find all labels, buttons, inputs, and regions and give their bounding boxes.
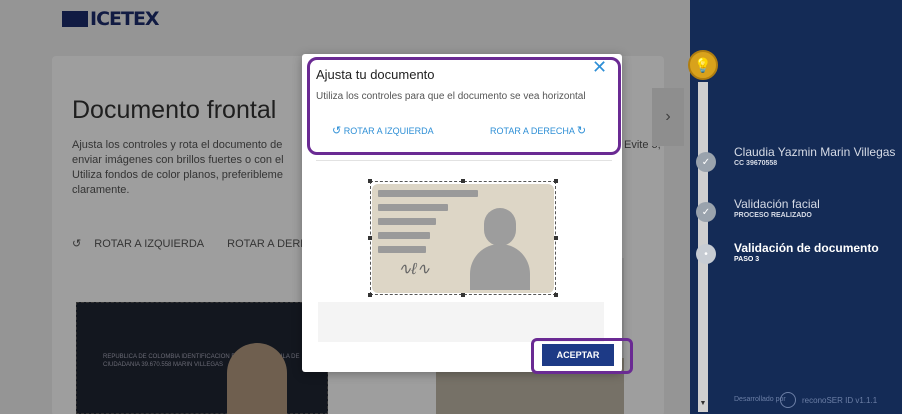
close-icon[interactable]: ✕ [592,57,607,78]
step-check-icon: ✓ [696,202,716,222]
rotate-left-label: ROTAR A IZQUIERDA [343,126,434,136]
modal-title: Ajusta tu documento [316,67,435,82]
step-user-name: Claudia Yazmin Marin Villegas [734,145,896,159]
crop-handle[interactable] [554,293,558,297]
step-facial-status: PROCESO REALIZADO [734,212,812,219]
preview-placeholder [318,302,604,342]
crop-handle[interactable] [554,179,558,183]
step-user: Claudia Yazmin Marin Villegas CC 3967055… [734,146,895,167]
footer-brand: reconoSER ID v1.1.1 [802,395,878,405]
crop-handle[interactable] [461,179,465,183]
step-facial-name: Validación facial [734,197,820,211]
crop-handle[interactable] [554,236,558,240]
rotate-right-button[interactable]: ROTAR A DERECHA ↻ [490,124,586,137]
footer-developed-by: Desarrollado por [734,396,786,403]
rotate-left-icon: ↺ [332,125,342,137]
step-document-status: PASO 3 [734,256,760,263]
crop-handle[interactable] [368,236,372,240]
step-check-icon: ✓ [696,152,716,172]
step-document: Validación de documento PASO 3 [734,242,879,263]
rotate-right-icon: ↻ [576,125,587,137]
crop-frame[interactable] [370,181,556,295]
accept-button[interactable]: ACEPTAR [542,344,614,366]
rotate-left-button[interactable]: ↺ ROTAR A IZQUIERDA [332,124,434,137]
modal-subtitle: Utiliza los controles para que el docume… [316,91,586,102]
step-document-name: Validación de documento [734,241,879,255]
lightbulb-icon: 💡 [688,50,718,80]
step-facial: Validación facial PROCESO REALIZADO [734,198,820,219]
sidebar-footer: Desarrollado por reconoSER ID v1.1.1 [734,392,877,408]
rotate-right-label: ROTAR A DERECHA [490,126,575,136]
modal-divider [316,160,612,161]
crop-handle[interactable] [368,179,372,183]
crop-handle[interactable] [368,293,372,297]
crop-handle[interactable] [461,293,465,297]
scroll-down-icon[interactable]: ▼ [698,400,708,412]
step-user-id: CC 39670558 [734,160,778,167]
step-current-icon: • [696,244,716,264]
recono-ser-logo-icon [780,392,796,408]
